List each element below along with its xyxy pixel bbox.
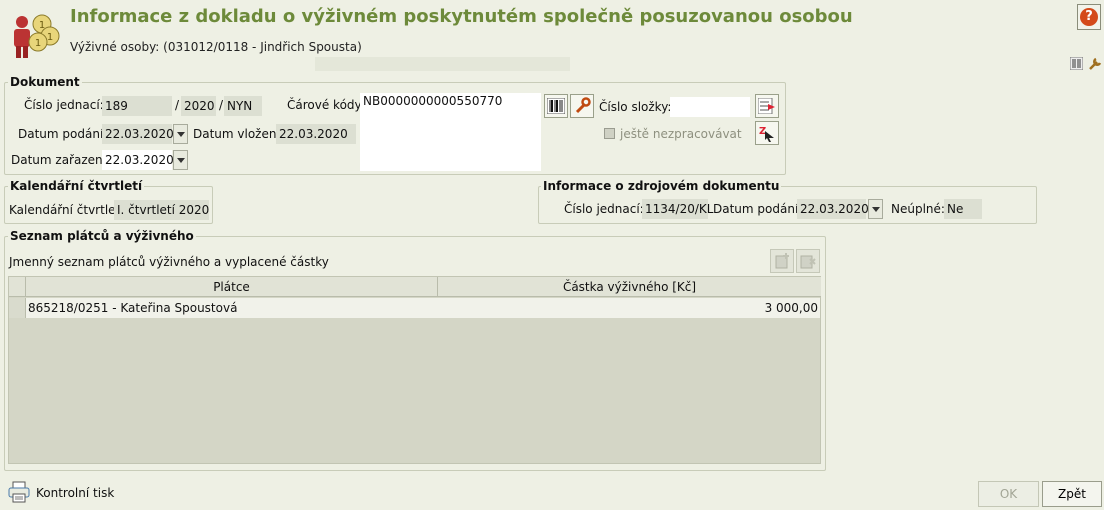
barcode-button[interactable] bbox=[544, 94, 568, 118]
printer-icon bbox=[8, 481, 30, 503]
dokument-group-title: Dokument bbox=[8, 75, 82, 89]
app-icon: 1 1 1 bbox=[8, 8, 60, 60]
seznam-description: Jmenný seznam plátců výživného a vyplace… bbox=[9, 255, 329, 269]
platci-table: Plátce Částka výživného [Kč] 865218/0251… bbox=[8, 276, 821, 464]
datum-vlozeni-label: Datum vložení: bbox=[193, 127, 284, 141]
cislo-jednaci-field: 189 bbox=[102, 96, 172, 116]
header-band bbox=[315, 57, 570, 71]
cislo-slozky-input[interactable] bbox=[670, 97, 750, 117]
tools-button[interactable] bbox=[570, 94, 594, 118]
table-row[interactable]: 865218/0251 - Kateřina Spoustová 3 000,0… bbox=[9, 298, 820, 318]
wrench-small-icon[interactable] bbox=[1087, 56, 1102, 71]
back-button[interactable]: Zpět bbox=[1042, 481, 1102, 507]
kalendar-field: I. čtvrtletí 2020 bbox=[114, 200, 209, 220]
row-selector[interactable] bbox=[9, 298, 26, 318]
datum-podani-dropdown[interactable] bbox=[173, 124, 188, 144]
zdroj-datum-podani-label: Datum podání: bbox=[713, 202, 803, 216]
cislo-jednaci-label: Číslo jednací: bbox=[24, 98, 104, 112]
kontrolni-tisk-label[interactable]: Kontrolní tisk bbox=[36, 486, 114, 500]
datum-podani-label: Datum podání: bbox=[18, 127, 108, 141]
carove-kody-label: Čárové kódy: bbox=[287, 98, 365, 112]
kalendar-label: Kalendářní čtvrtletí: bbox=[9, 203, 128, 217]
add-row-button[interactable] bbox=[770, 249, 794, 273]
svg-text:1: 1 bbox=[47, 32, 53, 43]
z-cursor-icon: Z bbox=[759, 126, 774, 142]
remove-document-icon bbox=[800, 255, 816, 269]
help-button[interactable]: ? bbox=[1077, 4, 1101, 30]
slash-separator: / bbox=[175, 98, 180, 112]
svg-text:1: 1 bbox=[35, 38, 41, 49]
zdroj-datum-podani-field: 22.03.2020 bbox=[797, 199, 869, 219]
chevron-down-icon bbox=[176, 157, 185, 163]
cislo-kod-field: NYN bbox=[224, 96, 262, 116]
carove-kody-value: NB0000000000550770 bbox=[363, 94, 503, 108]
barcode-icon bbox=[547, 98, 565, 114]
cislo-slozky-label: Číslo složky: bbox=[599, 100, 672, 114]
print-button[interactable] bbox=[7, 480, 31, 504]
zdroj-datum-podani-dropdown[interactable] bbox=[868, 199, 883, 219]
cell-platce: 865218/0251 - Kateřina Spoustová bbox=[28, 301, 238, 315]
page-subtitle: Výživné osoby: (031012/0118 - Jindřich S… bbox=[70, 40, 362, 54]
ok-button[interactable]: OK bbox=[978, 481, 1039, 507]
jeste-nezpracovavat-checkbox[interactable] bbox=[604, 128, 615, 139]
datum-zarazeni-dropdown[interactable] bbox=[173, 150, 188, 170]
datum-vlozeni-field: 22.03.2020 bbox=[276, 124, 356, 144]
slash-separator: / bbox=[219, 98, 224, 112]
datum-podani-field: 22.03.2020 bbox=[102, 124, 174, 144]
kalendar-group-title: Kalendářní čtvrtletí bbox=[8, 179, 145, 193]
wrench-icon bbox=[575, 97, 591, 114]
neuplne-label: Neúplné: bbox=[891, 202, 945, 216]
datum-zarazeni-label: Datum zařazení: bbox=[11, 153, 111, 167]
column-header-platce[interactable]: Plátce bbox=[26, 277, 438, 297]
remove-row-button[interactable] bbox=[796, 249, 820, 273]
jeste-nezpracovavat-label: ještě nezpracovávat bbox=[620, 127, 742, 141]
cislo-rok-field: 2020 bbox=[181, 96, 216, 116]
add-document-icon bbox=[775, 253, 789, 269]
assign-folder-button[interactable] bbox=[755, 94, 779, 118]
chevron-down-icon bbox=[871, 206, 880, 212]
row-header-corner bbox=[9, 277, 26, 297]
clear-folder-button[interactable]: Z bbox=[755, 121, 779, 145]
neuplne-field: Ne bbox=[944, 199, 982, 219]
zdroj-cislo-jednaci-label: Číslo jednací: bbox=[564, 202, 644, 216]
cell-castka: 3 000,00 bbox=[764, 301, 818, 315]
carove-kody-textarea[interactable]: NB0000000000550770 bbox=[360, 93, 541, 171]
column-header-castka[interactable]: Částka výživného [Kč] bbox=[438, 277, 821, 297]
zdroj-group-title: Informace o zdrojovém dokumentu bbox=[541, 179, 782, 193]
seznam-group-title: Seznam plátců a výživného bbox=[8, 229, 196, 243]
chevron-down-icon bbox=[176, 131, 185, 137]
list-arrow-icon bbox=[758, 98, 775, 114]
help-icon: ? bbox=[1080, 8, 1098, 26]
barcode-small-icon[interactable] bbox=[1069, 56, 1084, 71]
page-title: Informace z dokladu o výživném poskytnut… bbox=[70, 6, 853, 27]
zdroj-cislo-jednaci-field: 1134/20/KL bbox=[642, 199, 713, 219]
datum-zarazeni-field[interactable]: 22.03.2020 bbox=[102, 150, 174, 170]
